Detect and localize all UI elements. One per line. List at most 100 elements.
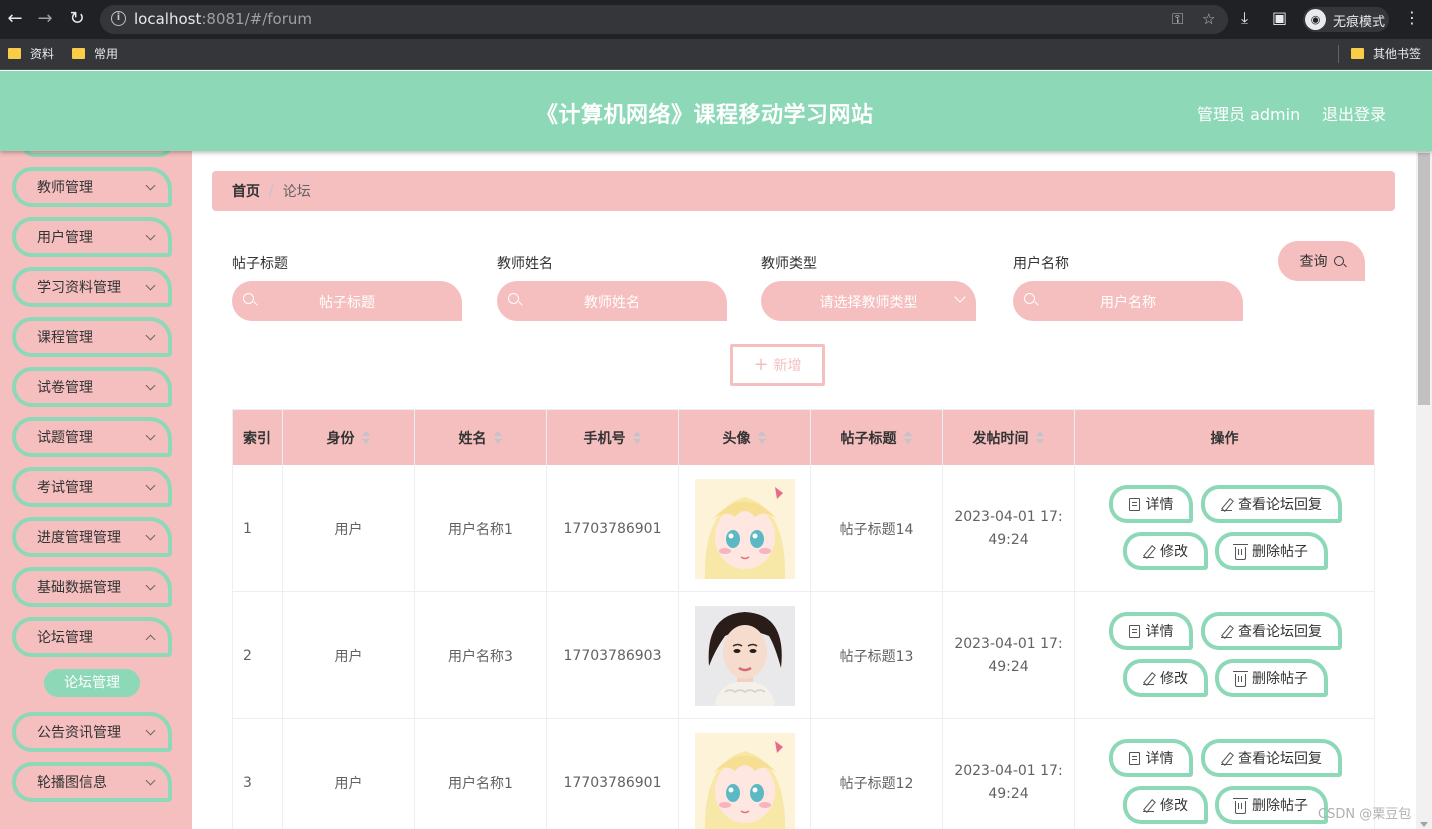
trash-icon [1233,543,1248,560]
sidebar-menu-item-partial[interactable] [22,151,172,157]
chevron-down-icon [145,430,156,441]
anime-girl-avatar[interactable] [694,478,795,579]
trash-icon [1233,797,1248,814]
cell-index: 1 [233,465,283,592]
sidebar-item-carousel[interactable]: 轮播图信息 [12,762,172,802]
sort-icon[interactable] [632,430,642,445]
sidebar: 教师管理 用户管理 学习资料管理 课程管理 试卷管理 试题管理 考试管理 进度管… [0,151,192,829]
site-info-icon[interactable]: i [111,11,126,26]
bookmark-label: 其他书签 [1373,47,1422,61]
download-icon[interactable]: ⤓ [1241,8,1248,28]
edit-button[interactable]: 修改 [1123,532,1208,570]
sidebar-item-users[interactable]: 用户管理 [12,217,172,257]
bookmark-label: 资料 [30,47,55,61]
edit-button-label: 修改 [1160,798,1188,814]
woman-portrait-avatar[interactable] [694,605,795,706]
sidebar-item-courses[interactable]: 课程管理 [12,317,172,357]
delete-post-button[interactable]: 删除帖子 [1215,786,1328,824]
sidebar-item-announcements[interactable]: 公告资讯管理 [12,712,172,752]
page-scrollbar[interactable] [1416,151,1432,829]
sidebar-item-label: 公告资讯管理 [37,725,121,741]
teacher-type-select[interactable]: 请选择教师类型 [761,281,976,321]
header-role[interactable]: 身份 [283,410,415,465]
sort-icon[interactable] [1035,430,1045,445]
edit-icon [1143,545,1154,558]
post-title-label: 帖子标题 [232,256,288,272]
address-bar[interactable]: i localhost:8081/#/forum ⚿ ☆ [100,5,1228,34]
header-post-title[interactable]: 帖子标题 [811,410,943,465]
delete-post-button[interactable]: 删除帖子 [1215,659,1328,697]
url-text[interactable]: localhost:8081/#/forum [134,10,312,28]
breadcrumb-separator: / [269,183,274,199]
view-replies-button[interactable]: 查看论坛回复 [1201,485,1342,523]
edit-button[interactable]: 修改 [1123,786,1208,824]
key-icon[interactable]: ⚿ [1172,10,1183,28]
post-title-input[interactable]: 帖子标题 [232,281,462,321]
star-icon[interactable]: ☆ [1202,10,1215,28]
menu-icon[interactable]: ⋮ [1404,8,1420,27]
sidebar-item-label: 课程管理 [37,330,93,346]
table-row: 1 用户 用户名称1 17703786901 帖子标题14 2023-04-01… [233,465,1375,592]
bookmark-folder-changyong[interactable]: 常用 [72,45,118,62]
sort-icon[interactable] [493,430,503,445]
delete-post-button[interactable]: 删除帖子 [1215,532,1328,570]
cell-post-time: 2023-04-01 17:49:24 [943,719,1075,829]
cell-name: 用户名称1 [415,719,547,829]
anime-girl-avatar[interactable] [694,732,795,829]
scrollbar-thumb[interactable] [1418,153,1430,405]
sort-icon[interactable] [361,430,371,445]
forum-table: 索引 身份 姓名 手机号 头像 帖子标题 发帖时间 操作 1 用户 用户名称1 … [232,409,1375,829]
folder-icon [8,48,21,59]
header-index: 索引 [233,410,283,465]
breadcrumb-home[interactable]: 首页 [232,181,260,201]
logout-link[interactable]: 退出登录 [1322,101,1386,125]
cell-avatar [679,719,811,829]
admin-label: 管理员 admin [1197,105,1301,124]
teacher-name-input[interactable]: 教师姓名 [497,281,727,321]
add-button-label: 新增 [773,358,802,374]
folder-icon [72,48,85,59]
detail-button[interactable]: 详情 [1109,739,1193,777]
sidebar-item-exams[interactable]: 考试管理 [12,467,172,507]
side-panel-icon[interactable]: ▣ [1272,8,1287,27]
header-post-time[interactable]: 发帖时间 [943,410,1075,465]
sort-icon[interactable] [757,430,767,445]
cell-phone: 17703786903 [547,592,679,719]
header-label: 身份 [326,430,355,447]
view-replies-label: 查看论坛回复 [1238,497,1322,513]
user-name-input[interactable]: 用户名称 [1013,281,1243,321]
sidebar-item-questions[interactable]: 试题管理 [12,417,172,457]
query-button[interactable]: 查询 [1278,241,1365,281]
view-replies-button[interactable]: 查看论坛回复 [1201,612,1342,650]
back-icon[interactable]: ← [4,8,26,30]
sort-icon[interactable] [903,430,913,445]
edit-button[interactable]: 修改 [1123,659,1208,697]
detail-button[interactable]: 详情 [1109,485,1193,523]
post-title-placeholder: 帖子标题 [319,295,375,311]
cell-post-title: 帖子标题14 [811,465,943,592]
other-bookmarks[interactable]: 其他书签 [1351,45,1421,62]
detail-button[interactable]: 详情 [1109,612,1193,650]
sidebar-item-basedata[interactable]: 基础数据管理 [12,567,172,607]
sidebar-item-progress[interactable]: 进度管理管理 [12,517,172,557]
document-icon [1128,751,1140,765]
add-button[interactable]: + 新增 [730,344,825,386]
incognito-badge[interactable]: ◉ 无痕模式 [1303,7,1389,32]
sidebar-subitem-forum-manage[interactable]: 论坛管理 [44,669,140,697]
header-phone[interactable]: 手机号 [547,410,679,465]
table-row: 3 用户 用户名称1 17703786901 帖子标题12 2023-04-01… [233,719,1375,829]
reload-icon[interactable]: ↻ [66,8,88,30]
view-replies-button[interactable]: 查看论坛回复 [1201,739,1342,777]
sidebar-item-forum[interactable]: 论坛管理 [12,617,172,657]
sidebar-item-label: 轮播图信息 [37,775,107,791]
forward-icon[interactable]: → [34,8,56,30]
bookmark-folder-ziliao[interactable]: 资料 [8,45,54,62]
sidebar-item-papers[interactable]: 试卷管理 [12,367,172,407]
sidebar-item-materials[interactable]: 学习资料管理 [12,267,172,307]
sidebar-item-teachers[interactable]: 教师管理 [12,167,172,207]
header-avatar[interactable]: 头像 [679,410,811,465]
scroll-down-icon[interactable] [1420,822,1428,827]
header-name[interactable]: 姓名 [415,410,547,465]
cell-actions: 详情 查看论坛回复 修改 删除帖子 [1075,465,1375,592]
breadcrumb-current: 论坛 [282,184,311,200]
